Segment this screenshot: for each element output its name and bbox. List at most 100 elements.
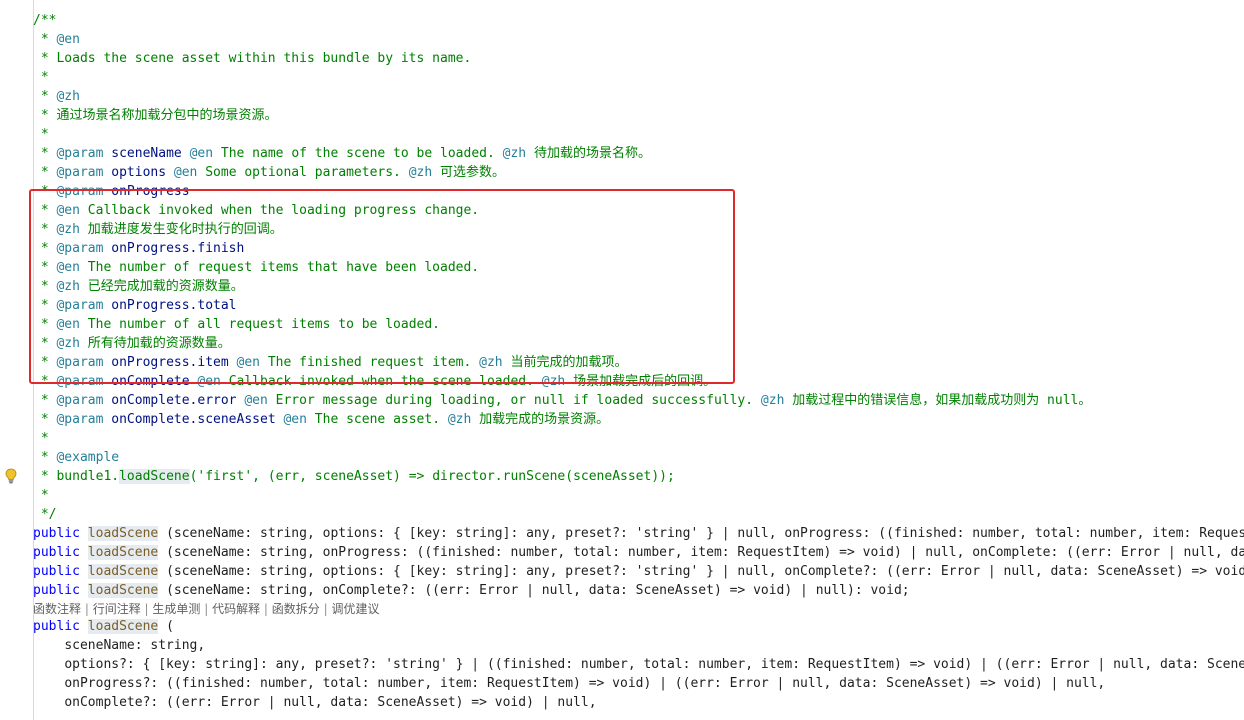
- code-line[interactable]: *: [0, 125, 49, 144]
- code-line[interactable]: * @param onComplete @en Callback invoked…: [0, 372, 716, 391]
- signature: (sceneName: string, onComplete?: ((err: …: [166, 583, 910, 598]
- comment-text: ('first', (err, sceneAsset) => director.…: [189, 469, 675, 484]
- code-line[interactable]: onProgress?: ((finished: number, total: …: [0, 674, 1105, 693]
- code-line[interactable]: * @en: [0, 30, 80, 49]
- jsdoc-tag: @zh: [760, 393, 785, 408]
- code-line[interactable]: * Loads the scene asset within this bund…: [0, 49, 472, 68]
- comment-close: */: [40, 507, 57, 522]
- keyword: public: [33, 564, 80, 579]
- jsdoc-tag: @zh: [56, 222, 80, 237]
- jsdoc-param-name: options: [111, 165, 167, 180]
- comment-text: The number of all request items to be lo…: [87, 317, 440, 332]
- parameter-line: options?: { [key: string]: any, preset?:…: [64, 657, 1244, 672]
- code-line[interactable]: * @zh 所有待加载的资源数量。: [0, 334, 231, 353]
- code-line[interactable]: onComplete?: ((err: Error | null, data: …: [0, 693, 596, 712]
- comment-text: Some optional parameters.: [205, 165, 401, 180]
- jsdoc-tag: @zh: [541, 374, 566, 389]
- function-name: loadScene: [87, 583, 159, 598]
- jsdoc-tag: @param: [56, 393, 104, 408]
- code-line[interactable]: * @param onProgress: [0, 182, 190, 201]
- jsdoc-tag: @param: [56, 184, 104, 199]
- code-line[interactable]: options?: { [key: string]: any, preset?:…: [0, 655, 1244, 674]
- jsdoc-param-name: onComplete.sceneAsset: [111, 412, 276, 427]
- comment-text: 加载进度发生变化时执行的回调。: [87, 222, 283, 237]
- codelens-generate-test[interactable]: 生成单测: [152, 602, 200, 616]
- codelens-split-function[interactable]: 函数拆分: [272, 602, 320, 616]
- parameter-line: onComplete?: ((err: Error | null, data: …: [64, 695, 597, 710]
- code-line[interactable]: *: [0, 486, 49, 505]
- jsdoc-tag: @en: [283, 412, 307, 427]
- signature: (sceneName: string, onProgress: ((finish…: [166, 545, 1244, 560]
- code-line[interactable]: * @param onProgress.item @en The finishe…: [0, 353, 628, 372]
- jsdoc-tag: @en: [56, 203, 80, 218]
- code-line[interactable]: public loadScene (: [0, 617, 174, 636]
- code-line[interactable]: * @param onProgress.total: [0, 296, 237, 315]
- codelens-function-comment[interactable]: 函数注释: [33, 602, 81, 616]
- jsdoc-tag: @zh: [479, 355, 503, 370]
- comment-text: 场景加载完成后的回调。: [573, 374, 717, 389]
- jsdoc-tag: @param: [56, 412, 104, 427]
- comment-text: Error message during loading, or null if…: [275, 393, 754, 408]
- jsdoc-tag: @zh: [56, 336, 80, 351]
- code-line[interactable]: * @example: [0, 448, 119, 467]
- jsdoc-tag: @zh: [56, 279, 80, 294]
- jsdoc-tag: @param: [56, 146, 104, 161]
- function-name: loadScene: [87, 619, 159, 634]
- code-line[interactable]: * @param onComplete.error @en Error mess…: [0, 391, 1092, 410]
- code-line[interactable]: public loadScene (sceneName: string, onC…: [0, 581, 910, 600]
- lightbulb-icon[interactable]: [4, 468, 18, 484]
- codelens-optimize[interactable]: 调优建议: [331, 602, 379, 616]
- code-line[interactable]: sceneName: string,: [0, 636, 205, 655]
- codelens-line-comment[interactable]: 行间注释: [93, 602, 141, 616]
- code-line[interactable]: */: [0, 505, 57, 524]
- jsdoc-tag: @param: [56, 374, 104, 389]
- comment-text: The name of the scene to be loaded.: [220, 146, 495, 161]
- code-line[interactable]: public loadScene (sceneName: string, opt…: [0, 524, 1244, 543]
- jsdoc-tag: @zh: [502, 146, 527, 161]
- comment-open: /**: [33, 13, 57, 28]
- jsdoc-tag: @param: [56, 355, 104, 370]
- jsdoc-param-name: onComplete: [111, 374, 190, 389]
- symbol-highlight: loadScene: [119, 469, 190, 484]
- codelens-explain-code[interactable]: 代码解释: [212, 602, 260, 616]
- function-name: loadScene: [87, 526, 159, 541]
- signature: (sceneName: string, options: { [key: str…: [166, 526, 1244, 541]
- keyword: public: [33, 545, 80, 560]
- comment-text: 待加载的场景名称。: [533, 146, 651, 161]
- code-editor[interactable]: /** * @en * Loads the scene asset within…: [0, 0, 1244, 720]
- comment-text: bundle1.: [56, 469, 120, 484]
- code-line[interactable]: * @param onProgress.finish: [0, 239, 245, 258]
- code-line[interactable]: * @zh 已经完成加载的资源数量。: [0, 277, 244, 296]
- code-line[interactable]: * @en Callback invoked when the loading …: [0, 201, 479, 220]
- jsdoc-tag: @zh: [447, 412, 472, 427]
- comment-text: 已经完成加载的资源数量。: [87, 279, 244, 294]
- jsdoc-tag: @en: [244, 393, 268, 408]
- parameter-line: sceneName: string,: [64, 638, 206, 653]
- code-line[interactable]: * @param onComplete.sceneAsset @en The s…: [0, 410, 609, 429]
- jsdoc-param-name: onProgress.item: [111, 355, 229, 370]
- comment-text: 加载完成的场景资源。: [479, 412, 610, 427]
- jsdoc-tag: @en: [56, 32, 80, 47]
- jsdoc-tag: @param: [56, 298, 104, 313]
- code-line[interactable]: * @param sceneName @en The name of the s…: [0, 144, 651, 163]
- function-name: loadScene: [87, 545, 159, 560]
- code-line[interactable]: *: [0, 68, 49, 87]
- keyword: public: [33, 619, 80, 634]
- code-line[interactable]: public loadScene (sceneName: string, opt…: [0, 562, 1244, 581]
- code-line[interactable]: * 通过场景名称加载分包中的场景资源。: [0, 106, 278, 125]
- code-line[interactable]: * @zh 加载进度发生变化时执行的回调。: [0, 220, 283, 239]
- comment-text: Callback invoked when the scene loaded.: [228, 374, 534, 389]
- keyword: public: [33, 526, 80, 541]
- jsdoc-tag: @param: [56, 241, 104, 256]
- code-line[interactable]: * @param options @en Some optional param…: [0, 163, 505, 182]
- jsdoc-tag: @zh: [408, 165, 433, 180]
- code-line[interactable]: * @en The number of request items that h…: [0, 258, 479, 277]
- jsdoc-tag: @en: [173, 165, 198, 180]
- code-line[interactable]: * @en The number of all request items to…: [0, 315, 440, 334]
- code-line[interactable]: /**: [0, 11, 56, 30]
- code-line[interactable]: public loadScene (sceneName: string, onP…: [0, 543, 1244, 562]
- code-line[interactable]: *: [0, 429, 49, 448]
- code-line[interactable]: * @zh: [0, 87, 80, 106]
- jsdoc-param-name: onProgress: [111, 184, 190, 199]
- jsdoc-tag: @param: [56, 165, 104, 180]
